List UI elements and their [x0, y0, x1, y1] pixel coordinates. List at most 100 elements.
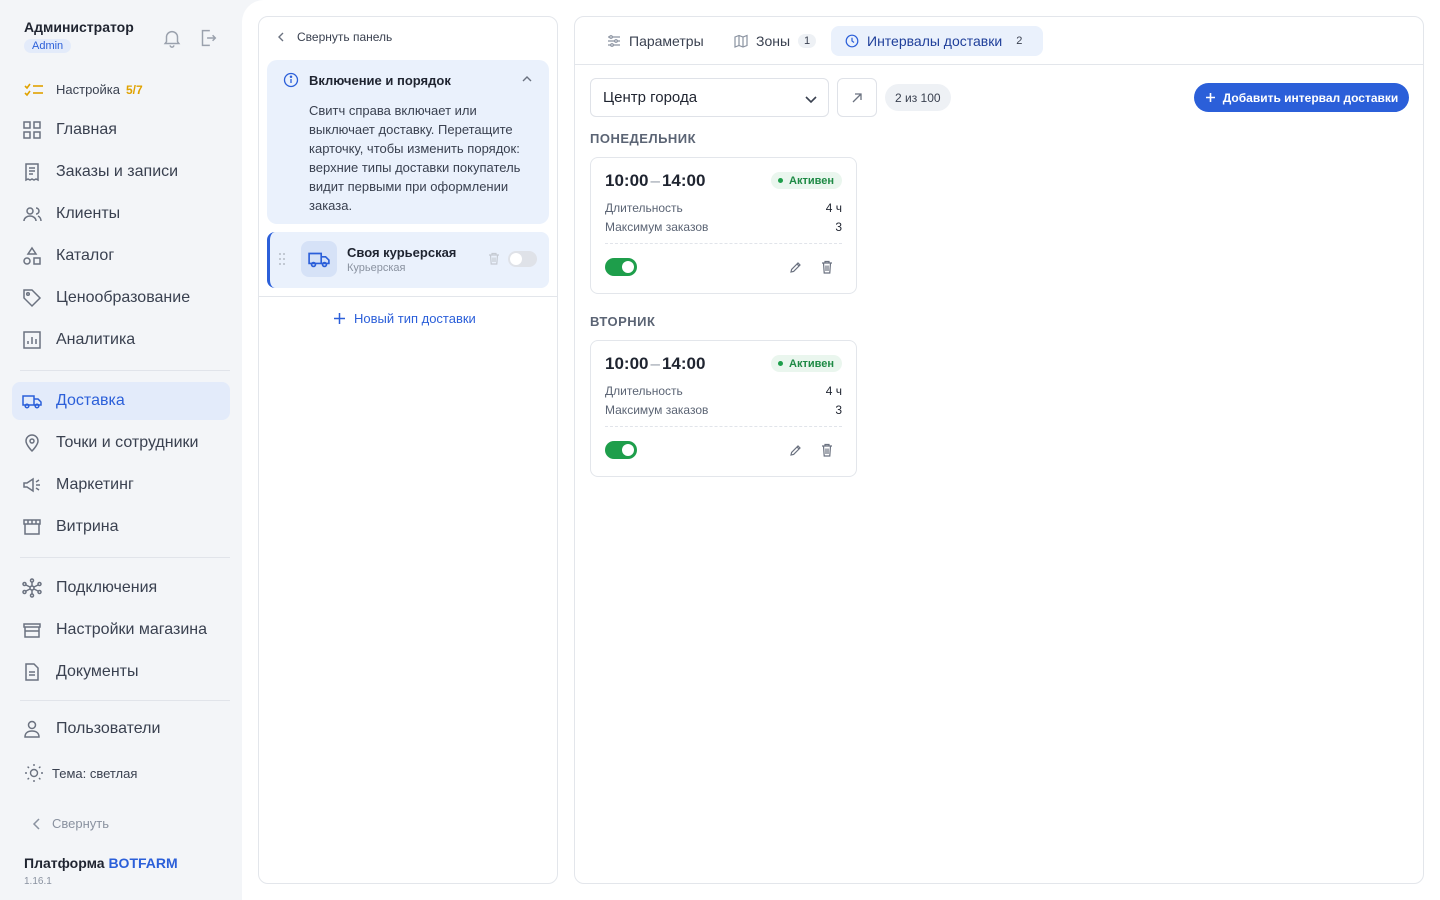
- nav-item-delivery[interactable]: Доставка: [12, 382, 230, 420]
- shapes-icon: [23, 246, 41, 265]
- tab-parameters[interactable]: Параметры: [593, 26, 718, 56]
- interval-start: 10:00: [605, 171, 649, 190]
- delivery-types-panel: Свернуть панель Включение и порядок Свит…: [258, 16, 558, 884]
- nav-item-pricing[interactable]: Ценообразование: [12, 279, 230, 317]
- plus-icon: [1205, 93, 1215, 102]
- nav-label: Настройки магазина: [56, 621, 208, 638]
- tab-zones[interactable]: Зоны 1: [720, 26, 830, 56]
- interval-card[interactable]: 10:00–14:00 Активен Длительность 4 ч Макс…: [590, 340, 857, 477]
- truck-icon: [308, 252, 330, 268]
- logout-icon[interactable]: [197, 27, 219, 49]
- nav-label: Пользователи: [56, 720, 161, 737]
- sidebar: Администратор Admin Настройка 5/7 Главна…: [0, 0, 242, 900]
- nav-item-users[interactable]: Пользователи: [12, 710, 230, 748]
- nav-item-clients[interactable]: Клиенты: [12, 195, 230, 233]
- nav-label: Доставка: [56, 392, 125, 409]
- duration-label: Длительность: [605, 201, 683, 215]
- interval-count-badge: 2 из 100: [885, 84, 951, 111]
- zone-select[interactable]: Центр города: [590, 78, 829, 117]
- status-badge: Активен: [771, 355, 842, 372]
- max-orders-value: 3: [835, 220, 842, 234]
- duration-row: Длительность 4 ч: [605, 201, 842, 215]
- info-box: Включение и порядок Свитч справа включае…: [267, 60, 549, 224]
- max-orders-label: Максимум заказов: [605, 220, 709, 234]
- tab-delivery-intervals[interactable]: Интервалы доставки 2: [831, 26, 1043, 56]
- bell-icon[interactable]: [161, 27, 183, 49]
- info-icon: [283, 72, 299, 88]
- max-orders-label: Максимум заказов: [605, 403, 709, 417]
- trash-icon[interactable]: [488, 252, 500, 265]
- nav-item-home[interactable]: Главная: [12, 111, 230, 149]
- delivery-type-card[interactable]: Своя курьерская Курьерская: [267, 232, 549, 288]
- arrow-up-right-icon: [852, 92, 862, 102]
- theme-label: Тема: светлая: [52, 765, 138, 781]
- nav-divider: [20, 557, 230, 558]
- brand-prefix: Платформа: [24, 855, 105, 871]
- day-heading-tuesday: ВТОРНИК: [590, 314, 656, 329]
- open-zone-button[interactable]: [837, 78, 877, 117]
- nav-item-locations[interactable]: Точки и сотрудники: [12, 424, 230, 462]
- delivery-type-toggle[interactable]: [508, 251, 537, 267]
- collapse-panel-label: Свернуть панель: [297, 30, 393, 44]
- trash-icon[interactable]: [821, 443, 833, 457]
- map-icon: [734, 34, 748, 48]
- sidebar-collapse-button[interactable]: Свернуть: [30, 816, 109, 831]
- user-name: Администратор: [24, 19, 134, 35]
- card-divider: [605, 243, 842, 244]
- nav-item-integrations[interactable]: Подключения: [12, 569, 230, 607]
- user-profile[interactable]: Администратор Admin: [24, 19, 134, 54]
- delivery-type-name: Своя курьерская: [347, 245, 457, 260]
- interval-toggle[interactable]: [605, 258, 637, 276]
- nav-item-analytics[interactable]: Аналитика: [12, 321, 230, 359]
- info-text: Свитч справа включает или выключает дост…: [309, 103, 521, 213]
- tab-count: 1: [798, 34, 817, 48]
- new-type-label: Новый тип доставки: [354, 311, 476, 326]
- chevron-down-icon: [805, 96, 817, 104]
- chevron-left-icon: [278, 32, 284, 42]
- panel-divider: [259, 296, 557, 297]
- info-title: Включение и порядок: [309, 73, 451, 88]
- store-icon: [23, 623, 41, 638]
- new-delivery-type-button[interactable]: Новый тип доставки: [333, 311, 476, 326]
- theme-toggle[interactable]: Тема: светлая: [24, 763, 137, 783]
- delivery-settings-panel: Параметры Зоны 1 Интервалы доставки 2 Це…: [574, 16, 1424, 884]
- nav-label: Клиенты: [56, 205, 121, 222]
- sun-icon: [25, 764, 43, 782]
- interval-card[interactable]: 10:00–14:00 Активен Длительность 4 ч Макс…: [590, 157, 857, 294]
- nav-item-showcase[interactable]: Витрина: [12, 508, 230, 546]
- add-interval-label: Добавить интервал доставки: [1222, 90, 1399, 105]
- drag-handle-icon[interactable]: [278, 252, 286, 266]
- grid-icon: [23, 121, 41, 139]
- clock-icon: [845, 34, 859, 48]
- setup-progress[interactable]: Настройка 5/7: [24, 82, 143, 97]
- tag-icon: [23, 289, 42, 308]
- nav-divider: [20, 700, 230, 701]
- megaphone-icon: [23, 477, 40, 493]
- add-interval-button[interactable]: Добавить интервал доставки: [1194, 83, 1409, 112]
- nav-item-catalog[interactable]: Каталог: [12, 237, 230, 275]
- pencil-icon[interactable]: [789, 261, 802, 274]
- duration-label: Длительность: [605, 384, 683, 398]
- pencil-icon[interactable]: [789, 444, 802, 457]
- trash-icon[interactable]: [821, 260, 833, 274]
- chevron-up-icon[interactable]: [521, 73, 533, 85]
- interval-end: 14:00: [661, 171, 706, 190]
- max-orders-row: Максимум заказов 3: [605, 220, 842, 234]
- nav-divider: [20, 370, 230, 371]
- nav-item-store-settings[interactable]: Настройки магазина: [12, 611, 230, 649]
- nav-item-documents[interactable]: Документы: [12, 653, 230, 691]
- nav-label: Витрина: [56, 518, 119, 535]
- nav-label: Подключения: [56, 579, 158, 596]
- brand-name: BOTFARM: [108, 855, 178, 871]
- chart-icon: [23, 331, 41, 349]
- nav-item-orders[interactable]: Заказы и записи: [12, 153, 230, 191]
- chevron-left-icon: [32, 817, 40, 830]
- tab-count: 2: [1016, 35, 1023, 47]
- tab-label: Интервалы доставки: [867, 33, 1003, 49]
- interval-toggle[interactable]: [605, 441, 637, 459]
- sliders-icon: [608, 35, 620, 47]
- collapse-panel-button[interactable]: Свернуть панель: [275, 30, 392, 44]
- app-version: 1.16.1: [24, 876, 52, 887]
- tab-bar: Параметры Зоны 1 Интервалы доставки 2: [575, 17, 1423, 65]
- nav-item-marketing[interactable]: Маркетинг: [12, 466, 230, 504]
